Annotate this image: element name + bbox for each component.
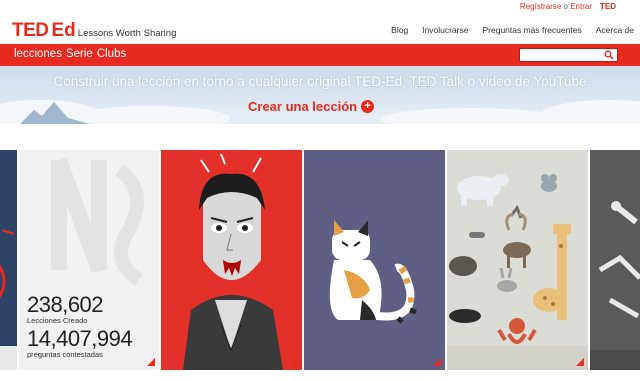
tab-lecciones[interactable]: lecciones bbox=[14, 48, 62, 60]
tab-serie[interactable]: Serie bbox=[66, 48, 93, 60]
create-lesson-button[interactable]: Crear una lección + bbox=[248, 99, 375, 114]
cloud-decoration bbox=[540, 100, 640, 124]
cloud-decoration bbox=[70, 106, 230, 124]
corner-marker bbox=[576, 358, 584, 366]
corner-marker bbox=[290, 358, 298, 366]
login-link[interactable]: Entrar bbox=[570, 2, 592, 11]
skeleton-illustration bbox=[590, 150, 640, 370]
nav-blog[interactable]: Blog bbox=[391, 25, 408, 35]
logo-ed: Ed bbox=[51, 20, 76, 41]
sub-nav-bar: lecciones Serie Clubs bbox=[0, 44, 640, 66]
graffiti-background bbox=[51, 157, 144, 286]
lessons-label: Lecciones Creado bbox=[27, 316, 88, 325]
vampire-illustration bbox=[161, 150, 302, 370]
utility-bar: Regístrarse o Entrar TED bbox=[0, 0, 640, 14]
cloud-decoration bbox=[380, 108, 560, 124]
lesson-tile-partial-skeleton[interactable] bbox=[590, 150, 640, 370]
stats-block: 238,602 Lecciones Creado 14,407,994 preg… bbox=[27, 292, 133, 362]
register-link[interactable]: Regístrarse bbox=[520, 2, 561, 11]
lessons-count: 238,602 bbox=[27, 292, 104, 317]
auth-links: Regístrarse o Entrar bbox=[520, 2, 592, 11]
main-nav: Blog Involucrarse Preguntas más frecuent… bbox=[391, 25, 640, 35]
lesson-gallery: 238,602 Lecciones Creado 14,407,994 preg… bbox=[0, 150, 640, 381]
lesson-tile-partial[interactable] bbox=[0, 150, 17, 370]
logo-ted: TED bbox=[12, 20, 49, 41]
search-icon[interactable] bbox=[604, 50, 614, 60]
cat-illustration bbox=[304, 150, 445, 370]
sub-nav-tabs: lecciones Serie Clubs bbox=[14, 48, 130, 60]
corner-marker bbox=[147, 358, 155, 366]
nav-about[interactable]: Acerca de bbox=[596, 25, 634, 35]
animals-illustration bbox=[447, 150, 588, 370]
plus-icon: + bbox=[361, 100, 375, 113]
nav-faq[interactable]: Preguntas más frecuentes bbox=[482, 25, 581, 35]
stats-panel: 238,602 Lecciones Creado 14,407,994 preg… bbox=[19, 150, 159, 370]
lesson-tile-vampire[interactable] bbox=[161, 150, 302, 370]
site-header: TED Ed Lessons Worth Sharing Blog Involu… bbox=[0, 14, 640, 44]
hero-banner: Construir una lección en torno a cualqui… bbox=[0, 66, 640, 124]
answers-count: 14,407,994 bbox=[27, 326, 133, 351]
ted-ed-logo[interactable]: TED Ed Lessons Worth Sharing bbox=[12, 20, 176, 42]
mountain-icon bbox=[20, 102, 90, 124]
auth-separator: o bbox=[563, 2, 568, 11]
hero-headline: Construir una lección en torno a cualqui… bbox=[53, 74, 587, 89]
corner-marker bbox=[433, 358, 441, 366]
search-input[interactable] bbox=[519, 48, 618, 62]
logo-tagline: Lessons Worth Sharing bbox=[77, 28, 177, 39]
nav-involucrarse[interactable]: Involucrarse bbox=[422, 25, 468, 35]
create-lesson-label: Crear una lección bbox=[248, 99, 358, 114]
tab-clubs[interactable]: Clubs bbox=[97, 48, 126, 60]
answers-label: preguntas contestadas bbox=[27, 350, 103, 359]
abstract-art-icon bbox=[0, 150, 17, 370]
lesson-tile-cat[interactable] bbox=[304, 150, 445, 370]
lesson-tile-animals[interactable] bbox=[447, 150, 588, 370]
ted-link[interactable]: TED bbox=[600, 2, 616, 11]
